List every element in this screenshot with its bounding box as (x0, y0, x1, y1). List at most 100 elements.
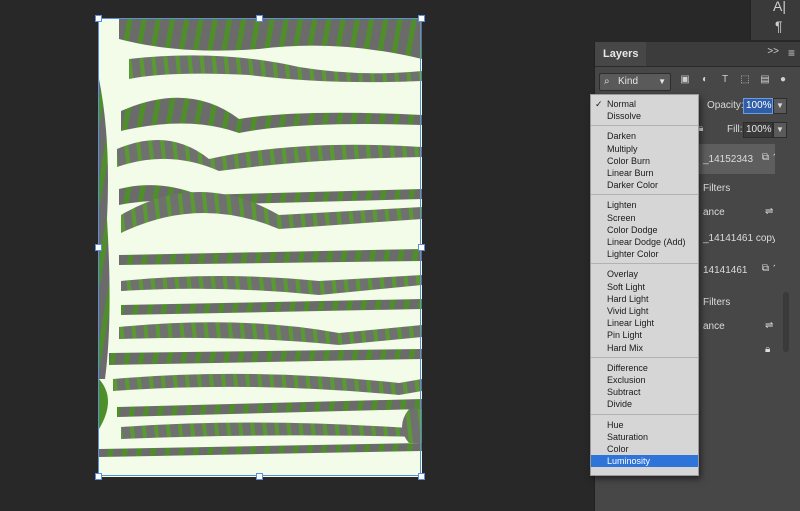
artwork-image (99, 19, 422, 477)
blend-mode-label: Color Burn (607, 155, 651, 166)
transform-handle-bottom-right[interactable] (418, 473, 425, 480)
blend-mode-label: Overlay (607, 269, 639, 280)
blend-mode-item[interactable]: Dissolve (591, 110, 698, 122)
filter-options-icon[interactable]: ⇌ (765, 206, 773, 217)
blend-mode-label: Subtract (607, 387, 641, 398)
menu-separator (591, 194, 698, 196)
blend-mode-item[interactable]: Exclusion (591, 374, 698, 386)
blend-mode-item[interactable]: Hard Mix (591, 342, 698, 354)
transform-handle-top-left[interactable] (95, 15, 102, 22)
blend-mode-item[interactable]: Darker Color (591, 179, 698, 191)
blend-mode-item[interactable]: ✓ Normal (591, 98, 698, 110)
blend-mode-dropdown[interactable]: ✓ Normal Dissolve Darken Multiply Color Burn L… (590, 94, 699, 476)
blend-mode-item[interactable]: Hue (591, 419, 698, 431)
blend-mode-item[interactable]: Vivid Light (591, 305, 698, 317)
blend-mode-label: Linear Light (607, 318, 655, 329)
blend-mode-item[interactable]: Soft Light (591, 281, 698, 293)
paragraph-panel-icon[interactable]: ¶ (775, 18, 783, 34)
blend-mode-item[interactable]: Hard Light (591, 293, 698, 305)
blend-mode-item[interactable]: Lighten (591, 199, 698, 211)
blend-mode-label: Color (607, 444, 629, 454)
blend-mode-item[interactable]: Divide (591, 398, 698, 410)
blend-mode-label: Hard Light (607, 293, 649, 304)
transform-handle-middle-right[interactable] (418, 244, 425, 251)
blend-mode-item[interactable]: Pin Light (591, 329, 698, 341)
blend-mode-item[interactable]: Color (591, 443, 698, 455)
blend-mode-item[interactable]: Lighter Color (591, 248, 698, 260)
blend-mode-label: Darker Color (607, 180, 659, 191)
blend-mode-item[interactable]: Screen (591, 212, 698, 224)
blend-mode-item[interactable]: Linear Dodge (Add) (591, 236, 698, 248)
filter-kind-select[interactable]: ⌕ Kind ▼ (599, 73, 671, 91)
blend-mode-label: Exclusion (607, 375, 646, 385)
panel-tab-bar: Layers >> ≡ (595, 42, 800, 67)
opacity-dropdown-button[interactable]: ▼ (773, 98, 787, 114)
menu-separator (591, 413, 698, 415)
blend-mode-item[interactable]: Color Burn (591, 155, 698, 167)
blend-mode-label: Multiply (607, 143, 638, 154)
fill-dropdown-button[interactable]: ▼ (773, 122, 787, 138)
lock-icon: 🔒︎ (765, 344, 771, 355)
blend-mode-label: Linear Dodge (Add) (607, 237, 686, 247)
blend-mode-label: Luminosity (607, 456, 651, 467)
filter-toggle-icon[interactable]: ● (777, 74, 789, 86)
blend-mode-label: Soft Light (607, 281, 646, 292)
shape-filter-icon[interactable]: ⬚ (739, 74, 751, 86)
transform-handle-middle-left[interactable] (95, 244, 102, 251)
blend-mode-item[interactable]: Overlay (591, 268, 698, 280)
filter-kind-label: Kind (618, 76, 639, 87)
blend-mode-label: Vivid Light (607, 306, 649, 316)
layer-sub-name: ance (703, 321, 725, 332)
blend-mode-label: Lighter Color (607, 249, 659, 260)
filter-options-icon[interactable]: ⇌ (765, 320, 773, 331)
tab-layers[interactable]: Layers (595, 42, 647, 66)
blend-mode-label: Linear Burn (607, 168, 654, 178)
smart-filter-icon: ⧉ (761, 263, 769, 274)
layer-name: _14141461 copy (703, 233, 777, 244)
layer-sub-name: Filters (703, 183, 731, 194)
blend-mode-item[interactable]: Multiply (591, 143, 698, 155)
collapse-panel-button[interactable]: >> (767, 46, 779, 57)
blend-mode-label: Hue (607, 419, 624, 430)
transform-handle-top-center[interactable] (256, 15, 263, 22)
document-artwork[interactable] (99, 19, 422, 477)
opacity-input[interactable]: 100% (743, 98, 773, 114)
smart-object-filter-icon[interactable]: ▤ (759, 74, 771, 86)
layer-name: _14152343 (703, 154, 754, 165)
transform-handle-bottom-center[interactable] (256, 473, 263, 480)
scrollbar-thumb[interactable] (783, 292, 789, 352)
panel-menu-button[interactable]: ≡ (788, 46, 795, 60)
pixel-filter-icon[interactable]: ▣ (679, 74, 691, 86)
layer-sub-name: Filters (703, 297, 731, 308)
blend-mode-label: Saturation (607, 431, 649, 442)
blend-mode-label: Darken (607, 131, 637, 142)
adjustment-filter-icon[interactable]: ◐ (699, 74, 711, 86)
menu-separator (591, 263, 698, 265)
canvas-area[interactable] (0, 0, 590, 511)
transform-handle-bottom-left[interactable] (95, 473, 102, 480)
blend-mode-label: Color Dodge (607, 224, 658, 235)
blend-mode-item[interactable]: Subtract (591, 386, 698, 398)
blend-mode-item[interactable]: Linear Burn (591, 167, 698, 179)
blend-mode-item[interactable]: Linear Light (591, 317, 698, 329)
panel-scrollbar[interactable] (775, 142, 800, 511)
fill-input[interactable]: 100% (743, 122, 773, 138)
blend-mode-label: Divide (607, 399, 633, 410)
menu-separator (591, 356, 698, 358)
blend-mode-label: Screen (607, 212, 636, 223)
blend-mode-item[interactable]: Difference (591, 362, 698, 374)
chevron-down-icon: ▼ (658, 77, 666, 86)
blend-mode-item[interactable]: Luminosity (591, 455, 698, 468)
checkmark-icon: ✓ (595, 99, 603, 109)
blend-mode-label: Hard Mix (607, 342, 644, 353)
blend-mode-item[interactable]: Color Dodge (591, 224, 698, 236)
opacity-label: Opacity: (707, 100, 744, 111)
blend-mode-item[interactable]: Saturation (591, 431, 698, 443)
blend-mode-item[interactable]: Darken (591, 130, 698, 142)
layer-name: 14141461 (703, 265, 748, 276)
character-panel-icon[interactable]: A| (773, 0, 786, 14)
blend-mode-label: Lighten (607, 200, 637, 211)
type-filter-icon[interactable]: T (719, 74, 731, 86)
layer-sub-name: ance (703, 207, 725, 218)
transform-handle-top-right[interactable] (418, 15, 425, 22)
